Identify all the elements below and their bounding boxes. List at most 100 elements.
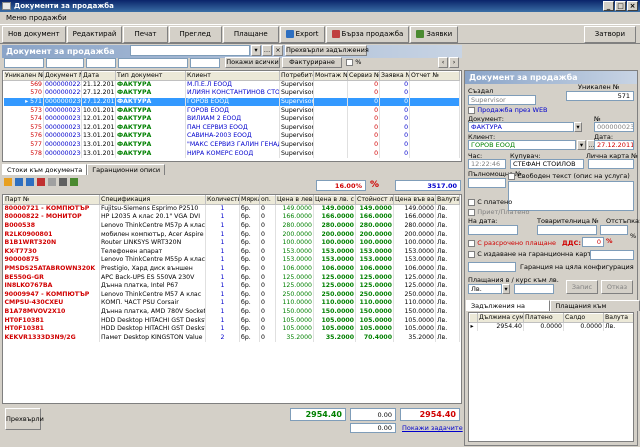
warranty-card-checkbox[interactable]: С издаване на гаранционна карта № [468, 250, 604, 258]
payment-dropdown-icon[interactable]: ▾ [502, 284, 510, 294]
show-paid-link[interactable]: Покажи задачите [402, 424, 463, 432]
accepted-checkbox[interactable]: Приет/Платено [468, 208, 530, 216]
items-col-8[interactable]: Цена във валута [393, 195, 436, 205]
edit-button[interactable]: Редактирай [66, 25, 123, 43]
transfer-debts-button[interactable]: Прехвърли задължения [285, 45, 369, 56]
item-row[interactable]: B1A78MVOV2X10 Дънна платка, AMD 780V Sock… [3, 307, 460, 317]
filter-unique[interactable] [4, 58, 44, 68]
percent-checkbox[interactable]: % [346, 58, 361, 66]
installment-checkbox[interactable]: С разсрочено плащане [468, 239, 556, 247]
document-row[interactable]: 576 0000000234 13.01.2012 ФАКТУРА САВИНА-200… [3, 132, 460, 141]
discount-field[interactable] [600, 225, 628, 235]
clear-icon[interactable]: … [262, 45, 272, 56]
close-filter-icon[interactable]: × [273, 45, 283, 56]
items-col-1[interactable]: Спецификация [99, 195, 206, 205]
items-col-5[interactable]: Цена в лева [275, 195, 314, 205]
percent-icon[interactable] [48, 178, 56, 186]
item-row[interactable]: B1B1WRT320N Router LINKSYS WRT320N 1 бр. 0 10… [3, 238, 460, 248]
item-row[interactable]: 90000875 Lenovo ThinkCentre M55p А клас 1 б… [3, 256, 460, 265]
menu-sales[interactable]: Меню продажби [6, 14, 67, 22]
document-type-filter[interactable] [130, 45, 250, 56]
minimize-button[interactable]: _ [603, 1, 614, 11]
calculator-icon[interactable] [59, 178, 67, 186]
tab-document-payments[interactable]: Плащания към документа [550, 300, 640, 320]
docs-col-5[interactable]: Потребител [279, 71, 314, 81]
base-date-field[interactable] [468, 225, 518, 235]
item-row[interactable]: HT0F10381 HDD Desktop HITACHI GST Desksta… [3, 324, 460, 334]
new-document-button[interactable]: Нов документ [2, 25, 66, 43]
item-row[interactable]: R2LK0900801 мобилен компютър, Acer Aspire… [3, 230, 460, 239]
close-window-button[interactable]: × [627, 1, 638, 11]
items-col-7[interactable]: Стойност лв. [355, 195, 394, 205]
item-row[interactable]: BE550G-GR APC Back-UPS ES 550VA 230V 1 бр. 0… [3, 273, 460, 282]
free-text-field[interactable] [508, 181, 634, 211]
docs-col-8[interactable]: Заявка № [379, 71, 410, 81]
payment-rate-field[interactable] [514, 284, 554, 294]
maximize-button[interactable]: □ [615, 1, 626, 11]
options-icon[interactable] [70, 178, 78, 186]
document-row[interactable]: 569 0000000228 21.12.2011 ФАКТУРА М.П.Е.Л ЕО… [3, 80, 460, 90]
item-row[interactable]: 90009947 - КОМПЮТЪР Lenovo ThinkCentre M5… [3, 290, 460, 300]
item-row[interactable]: IN8LKO767BA Дънна платка, Intel P67 1 бр. 0 1… [3, 281, 460, 291]
move-item-icon[interactable] [26, 178, 34, 186]
prev-icon[interactable]: ‹ [438, 57, 448, 68]
quick-sale-button[interactable]: Бърза продажба [325, 25, 410, 43]
debts-row[interactable]: ▸ 2954.40 0.0000 0.0000 Лв. [469, 322, 633, 332]
items-col-4[interactable]: оп. [259, 195, 276, 205]
vat-field[interactable]: 0 [582, 237, 604, 247]
cancel-button[interactable]: Отказ [601, 280, 633, 294]
docs-col-0[interactable]: Уникален № [3, 71, 44, 81]
document-row[interactable]: 573 0000000231 10.01.2012 ФАКТУРА ГОРОВ ЕООД… [3, 106, 460, 115]
requests-button[interactable]: Заявки [410, 25, 459, 43]
next-icon[interactable]: › [449, 57, 459, 68]
invoicing-button[interactable]: Фактуриране [282, 57, 342, 68]
item-row[interactable]: B000538 Lenovo ThinkCentre M57p А клас 1 бр… [3, 221, 460, 231]
paid-checkbox[interactable]: С платено [468, 198, 512, 206]
document-row[interactable]: 570 0000000229 27.12.2011 ФАКТУРА ИЛИЯН КОНС… [3, 89, 460, 98]
document-row[interactable]: 577 0000000235 13.01.2012 ФАКТУРА "МАКС СЕРВ… [3, 140, 460, 150]
edit-item-icon[interactable] [15, 178, 23, 186]
print-button[interactable]: Печат [123, 25, 168, 43]
preview-button[interactable]: Преглед [168, 25, 222, 43]
export-button[interactable]: Export [279, 25, 325, 43]
item-row[interactable]: PMSDS25ATABROWN320K Prestigio, Хард диск … [3, 264, 460, 274]
customer-card-field[interactable] [588, 159, 634, 169]
date-field[interactable]: 27.12.2011 [594, 140, 634, 150]
client-dropdown-icon[interactable]: ▾ [577, 140, 586, 150]
item-row[interactable]: 80000822 - МОНИТОР HP L2035 А клас 20.1" … [3, 213, 460, 222]
item-row[interactable]: CMPSU-430CXEU КОМП. ЧАСТ PSU Corsair 1 бр. 0… [3, 299, 460, 308]
docs-col-7[interactable]: Сервиз № [347, 71, 380, 81]
document-dropdown-icon[interactable]: ▾ [574, 122, 582, 132]
warranty-months-field[interactable] [468, 262, 516, 272]
client-select[interactable]: ГОРОВ ЕООД [468, 140, 576, 150]
poa-field[interactable] [468, 178, 506, 188]
document-row[interactable]: ▸ 571 0000000230 27.12.2011 ФАКТУРА ГОРОВ ЕО… [3, 97, 460, 107]
docs-col-2[interactable]: Дата [81, 71, 116, 81]
buyer-field[interactable]: СТЕФАН СТОИЛОВ [510, 159, 584, 169]
item-row[interactable]: HT0F10381 HDD Desktop HITACHI GST Desksta… [3, 316, 460, 325]
document-select[interactable]: ФАКТУРА [468, 122, 574, 132]
docs-col-9[interactable]: Отчет № [409, 71, 460, 81]
items-col-3[interactable]: Мярка [239, 195, 260, 205]
record-button[interactable]: Запис [566, 280, 598, 294]
transfer-button[interactable]: Прехвърли [5, 408, 44, 430]
tab-warranty[interactable]: Гаранционни описи [87, 164, 166, 175]
docs-col-3[interactable]: Тип документ [115, 71, 186, 81]
add-item-icon[interactable] [4, 178, 12, 186]
filter-date[interactable] [86, 58, 116, 68]
items-col-2[interactable]: Количество [205, 195, 240, 205]
free-text-checkbox[interactable]: Свободен текст (опис на услуга) [508, 172, 630, 180]
show-all-button[interactable]: Покажи всички [225, 57, 280, 68]
docs-col-4[interactable]: Клиент [185, 71, 280, 81]
filter-doc-type[interactable] [118, 58, 188, 68]
items-col-0[interactable]: Парт № [3, 195, 100, 205]
close-button[interactable]: Затвори [583, 25, 636, 43]
payment-currency-select[interactable]: Лв. [468, 284, 502, 294]
docs-col-6[interactable]: Монтаж № [313, 71, 348, 81]
dropdown-arrow-icon[interactable]: ▾ [251, 45, 261, 56]
item-row[interactable]: KX-T7730 Телефонен апарат 1 бр. 0 153.0000 153… [3, 247, 460, 257]
warranty-card-field[interactable] [590, 250, 634, 260]
document-row[interactable]: 578 0000000236 13.01.2012 ФАКТУРА НИРА КОМЕР… [3, 149, 460, 158]
tab-goods[interactable]: Стоки към документа [2, 164, 88, 175]
filter-doc-number[interactable] [46, 58, 84, 68]
